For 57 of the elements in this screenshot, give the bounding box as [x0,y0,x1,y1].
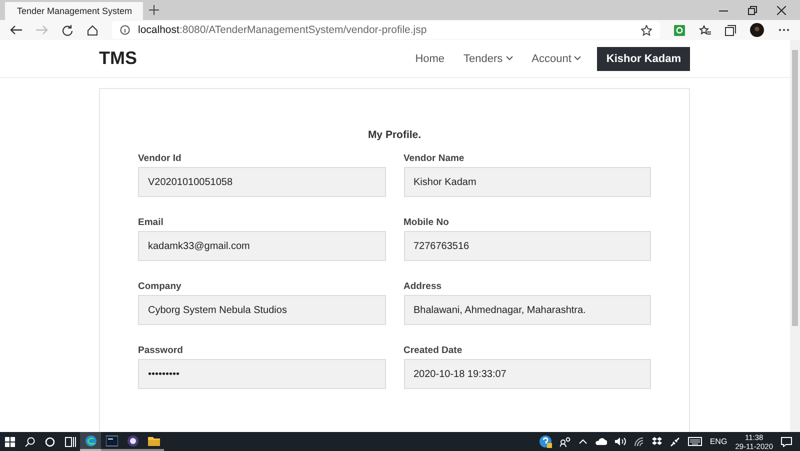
nav-dropdown[interactable]: Account [532,52,582,64]
language-indicator[interactable]: ENG [710,437,728,446]
profile-title: My Profile. [366,129,422,141]
volume-icon[interactable] [614,437,626,446]
nav-dropdown[interactable]: Tenders [464,52,513,64]
nav-link[interactable]: Home [415,52,445,64]
cortana-icon[interactable] [45,436,55,446]
more-icon[interactable] [778,28,790,32]
field-label: Password [138,345,184,356]
task-view-icon[interactable] [64,436,76,446]
avatar-icon[interactable] [750,23,764,37]
cloud-icon[interactable] [594,438,607,445]
back-icon[interactable] [10,25,22,35]
refresh-icon[interactable] [62,24,73,36]
input-field[interactable]: Bhalawani, Ahmednagar, Maharashtra. [404,295,651,325]
field-label: Email [138,217,164,228]
browser-tab[interactable]: Tender Management System [5,2,143,20]
extension-icon[interactable] [674,24,685,36]
input-field[interactable]: kadamk33@gmail.com [138,231,386,261]
caret-icon [506,56,513,61]
field-label: Vendor Name [404,153,466,164]
info-icon [120,25,130,35]
favorites-icon[interactable] [699,24,711,36]
dropbox-icon[interactable] [652,437,662,446]
terminal-icon[interactable] [106,434,118,446]
help-icon[interactable] [538,435,552,448]
input-field[interactable]: ••••••••• [138,359,386,389]
close-icon[interactable] [777,6,786,14]
input-field[interactable]: 7276763516 [404,231,651,261]
scrollbar[interactable] [790,40,800,432]
input-field[interactable]: V20201010051058 [138,167,386,197]
eclipse-icon[interactable] [126,434,138,446]
people-icon[interactable] [560,436,571,446]
edge-icon[interactable] [84,434,96,446]
collections-icon[interactable] [725,24,736,36]
caret-icon [574,56,582,61]
chevron-up-icon[interactable] [578,439,587,444]
input-field[interactable]: Kishor Kadam [404,167,651,197]
brand-logo[interactable]: TMS [99,48,137,69]
field-label: Address [404,281,443,292]
search-icon[interactable] [25,436,35,446]
star-icon[interactable] [641,24,652,36]
input-field[interactable]: Cyborg System Nebula Studios [138,295,386,325]
windows-icon[interactable] [5,436,15,446]
notification-icon[interactable] [781,436,792,446]
keyboard-icon[interactable] [688,437,702,446]
field-label: Vendor Id [138,153,182,164]
new-tab-icon[interactable] [149,5,159,15]
user-button[interactable]: Kishor Kadam [597,46,690,70]
home-icon[interactable] [87,24,98,36]
folder-icon[interactable] [148,434,160,446]
input-field[interactable]: 2020-10-18 19:33:07 [404,359,651,389]
wifi-icon[interactable] [634,437,644,446]
field-label: Mobile No [404,217,450,228]
field-label: Created Date [404,345,464,356]
field-label: Company [138,281,182,292]
restore-icon[interactable] [748,6,757,14]
